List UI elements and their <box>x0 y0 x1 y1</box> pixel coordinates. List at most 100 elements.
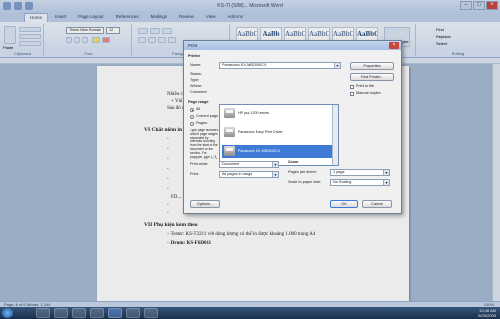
align-center-button[interactable] <box>148 37 156 43</box>
tab-references[interactable]: References <box>111 13 144 22</box>
printer-item-label: Panasonic KX-MB2000CX <box>238 149 281 153</box>
maximize-button[interactable]: □ <box>473 1 485 10</box>
printer-icon <box>224 108 235 118</box>
manual-duplex-checkbox[interactable] <box>350 92 354 96</box>
numbering-button[interactable] <box>150 28 160 34</box>
tab-page-layout[interactable]: Page Layout <box>73 13 108 22</box>
current-page-radio[interactable] <box>190 115 194 119</box>
undo-icon[interactable] <box>25 2 33 10</box>
pages-per-sheet-select[interactable]: 1 page ▾ <box>330 169 390 176</box>
printer-item[interactable]: Panasonic Easy Print Driver <box>222 126 334 139</box>
doc-line-text: Drum: KS-F6D011 <box>170 241 212 246</box>
tab-mailings[interactable]: Mailings <box>146 13 173 22</box>
tab-home[interactable]: Home <box>24 13 49 22</box>
printer-item[interactable]: HP psc 1200 series <box>222 107 334 120</box>
quick-access-toolbar <box>3 2 63 11</box>
properties-button[interactable]: Properties <box>350 62 394 70</box>
chevron-down-icon: ▾ <box>383 180 389 185</box>
printer-section-label: Printer <box>188 54 201 58</box>
multilevel-list-button[interactable] <box>162 28 172 34</box>
bullets-button[interactable] <box>138 28 148 34</box>
select-button[interactable]: Select <box>436 41 447 46</box>
chevron-down-icon: ▾ <box>272 172 278 177</box>
print-to-file-label: Print to file <box>356 84 374 88</box>
close-button[interactable]: × <box>486 1 498 10</box>
copy-button[interactable] <box>19 34 41 39</box>
bold-button[interactable] <box>66 37 72 43</box>
scale-select[interactable]: No Scaling ▾ <box>330 179 390 186</box>
ok-button[interactable]: OK <box>330 200 358 208</box>
scale-label: Scale to paper size: <box>288 180 322 184</box>
taskbar-app-icon[interactable] <box>126 308 140 318</box>
taskbar-app-icon[interactable] <box>90 308 104 318</box>
page-range-all-radio[interactable] <box>190 108 194 112</box>
font-group-label: Font <box>84 51 93 56</box>
tab-view[interactable]: View <box>201 13 221 22</box>
italic-button[interactable] <box>74 37 80 43</box>
print-what-label: Print what: <box>190 162 208 166</box>
pages-radio[interactable] <box>190 122 194 126</box>
window-title: KS-TI (SIM)... Microsoft Word <box>217 3 283 9</box>
taskbar-app-icon[interactable] <box>144 308 158 318</box>
align-left-button[interactable] <box>138 37 146 43</box>
align-right-button[interactable] <box>158 37 166 43</box>
tab-insert[interactable]: Insert <box>50 13 71 22</box>
start-button[interactable] <box>2 308 13 318</box>
font-name-value: Times New Roman <box>69 28 102 32</box>
style-preview: AaBb <box>262 30 280 38</box>
printer-item-label: Panasonic Easy Print Driver <box>238 130 283 134</box>
font-name-select[interactable]: Times New Roman <box>66 27 104 34</box>
highlight-button[interactable] <box>92 37 100 43</box>
taskbar-word-icon[interactable] <box>108 308 122 318</box>
cancel-button[interactable]: Cancel <box>362 200 392 208</box>
editing-group: Find Replace Select Editing <box>418 24 498 56</box>
print-what-select[interactable]: Document ▾ <box>219 161 279 168</box>
print-to-file-checkbox[interactable] <box>350 85 354 89</box>
pages-label: Pages: <box>196 121 208 125</box>
taskbar-ie-icon[interactable] <box>36 308 50 318</box>
doc-bullet: - <box>167 157 169 162</box>
printer-name-label: Name: <box>190 63 202 67</box>
printer-item-selected[interactable]: Panasonic KX-MB2000CX <box>222 145 334 158</box>
type-label: Type: <box>190 78 200 82</box>
replace-button[interactable]: Replace <box>436 34 451 39</box>
format-painter-button[interactable] <box>19 41 41 46</box>
vertical-scrollbar[interactable] <box>492 64 500 301</box>
doc-heading: VII Phụ kiện kèm theo <box>144 222 198 228</box>
paste-button[interactable] <box>4 26 16 44</box>
pages-per-sheet-value: 1 page <box>333 170 345 174</box>
save-icon[interactable] <box>14 2 22 10</box>
printer-name-select[interactable]: Panasonic KX-MB2000CX ▾ <box>219 62 341 69</box>
taskbar-media-icon[interactable] <box>72 308 86 318</box>
system-clock[interactable]: 10:46 AM 6/25/2009 <box>478 308 496 318</box>
style-preview: AaBbCc <box>309 30 330 38</box>
minimize-button[interactable]: – <box>460 1 472 10</box>
doc-bullet: FD... <box>171 195 182 200</box>
underline-button[interactable] <box>82 37 88 43</box>
clipboard-group: Paste Clipboard <box>2 24 44 56</box>
tab-review[interactable]: Review <box>174 13 199 22</box>
print-select[interactable]: All pages in range ▾ <box>219 171 279 178</box>
print-label: Print: <box>190 172 199 176</box>
tab-add-ins[interactable]: Add-Ins <box>223 13 249 22</box>
status-label: Status: <box>190 72 202 76</box>
font-color-button[interactable] <box>102 37 110 43</box>
font-size-select[interactable]: 12 <box>106 27 120 34</box>
font-size-value: 12 <box>109 28 114 32</box>
taskbar-explorer-icon[interactable] <box>54 308 68 318</box>
doc-bullet: - <box>167 167 169 172</box>
find-button[interactable]: Find <box>436 27 444 32</box>
options-button[interactable]: Options... <box>190 200 220 208</box>
printer-list[interactable]: HP psc 1200 series Panasonic Easy Print … <box>219 104 339 166</box>
doc-bullet: - <box>167 177 169 182</box>
office-button-icon[interactable] <box>3 2 11 10</box>
dialog-close-button[interactable]: × <box>389 42 399 49</box>
justify-button[interactable] <box>168 37 176 43</box>
style-preview: AaBbCc <box>285 30 306 38</box>
paste-label: Paste <box>3 45 14 50</box>
cut-button[interactable] <box>19 27 41 32</box>
printer-list-scrollbar[interactable] <box>332 105 338 165</box>
style-preview: AaBbC <box>357 30 378 38</box>
find-printer-button[interactable]: Find Printer... <box>350 73 394 81</box>
page-range-all-label: All <box>196 107 201 111</box>
